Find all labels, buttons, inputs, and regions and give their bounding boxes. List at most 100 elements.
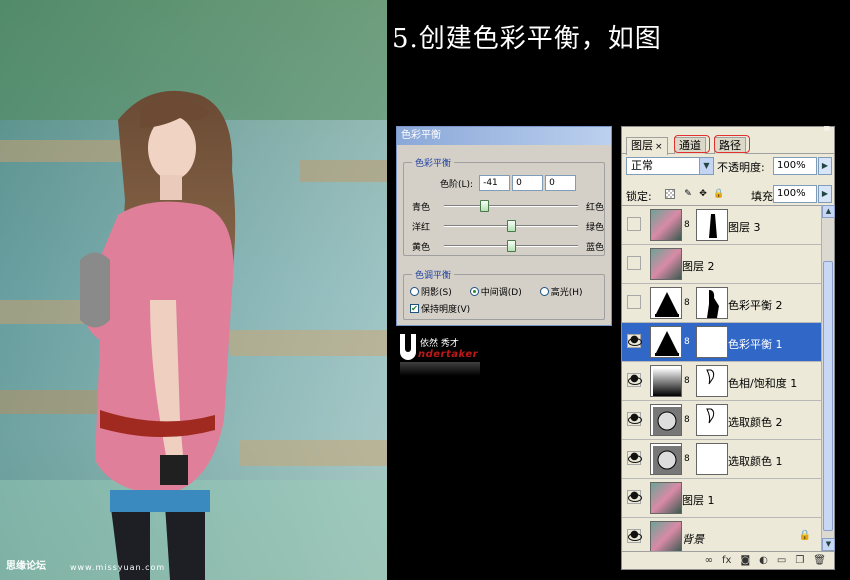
radio-dot[interactable] [410, 287, 419, 296]
layer-row-selective-color-2[interactable]: 8 选取颜色 2 [622, 401, 821, 440]
layer-name[interactable]: 图层 2 [682, 258, 715, 274]
radio-dot[interactable] [539, 287, 549, 296]
scroll-thumb[interactable] [823, 261, 833, 531]
slider-thumb[interactable] [507, 240, 516, 252]
blend-mode-value: 正常 [631, 159, 653, 172]
tab-layers[interactable]: 图层 × [626, 137, 668, 155]
preserve-luminosity-checkbox[interactable]: ✔ [410, 304, 419, 313]
link-icon[interactable]: 8 [684, 298, 690, 308]
close-icon[interactable]: × [655, 142, 663, 152]
magenta-green-slider[interactable]: 洋红 绿色 [412, 219, 604, 233]
layer-name[interactable]: 图层 1 [682, 492, 715, 508]
layer-mask-thumbnail[interactable] [696, 365, 728, 397]
chevron-down-icon[interactable]: ▼ [699, 158, 713, 174]
cyan-red-slider[interactable]: 青色 红色 [412, 199, 604, 213]
levels-magenta-green-field[interactable]: 0 [512, 175, 544, 191]
lock-position-icon[interactable]: ✥ [698, 189, 708, 199]
layer-mask-thumbnail[interactable] [696, 404, 728, 436]
blend-mode-select[interactable]: 正常 ▼ [626, 157, 714, 175]
slider-left-label: 洋红 [412, 223, 431, 233]
scroll-down-icon[interactable]: ▼ [822, 538, 835, 551]
color-balance-group: 色彩平衡 色阶(L): -41 0 0 青色 红色 洋红 绿色 黄色 蓝色 [403, 156, 605, 256]
visibility-eye-icon[interactable] [627, 373, 642, 387]
slider-thumb[interactable] [479, 200, 489, 212]
visibility-eye-icon[interactable] [627, 490, 642, 504]
layer-thumbnail [650, 209, 682, 241]
slider-thumb[interactable] [507, 220, 516, 232]
layer-name[interactable]: 选取颜色 1 [728, 453, 783, 469]
layer-list-scrollbar[interactable]: ▲ ▼ [821, 205, 835, 551]
fx-icon[interactable]: fx [722, 555, 731, 566]
folder-icon[interactable]: ▭ [777, 555, 786, 566]
new-layer-icon[interactable]: ❐ [795, 555, 804, 566]
shadows-radio[interactable]: 阴影(S) [410, 285, 452, 298]
levels-yellow-blue-field[interactable]: 0 [545, 175, 577, 191]
preserve-luminosity-row[interactable]: ✔ 保持明度(V) [410, 302, 470, 315]
layer-name[interactable]: 背景 [682, 531, 704, 547]
slider-track[interactable] [444, 205, 578, 207]
fill-input[interactable]: 100% [773, 185, 817, 203]
visibility-eye-icon[interactable] [627, 217, 641, 231]
layer-row-selective-color-1[interactable]: 8 选取颜色 1 [622, 440, 821, 479]
layer-mask-thumbnail[interactable] [696, 443, 728, 475]
selective-glyph [653, 446, 681, 474]
highlights-radio[interactable]: 高光(H) [539, 285, 583, 298]
selective-glyph [653, 407, 681, 435]
link-icon[interactable]: 8 [684, 376, 690, 386]
photo-illustration [0, 0, 387, 580]
visibility-eye-icon[interactable] [627, 451, 642, 465]
layer-row-layer-3[interactable]: 8 图层 3 [622, 206, 821, 245]
link-icon[interactable]: 8 [684, 220, 690, 230]
group-label: 色彩平衡 [412, 156, 455, 169]
link-icon[interactable]: 8 [684, 415, 690, 425]
layer-row-hue-saturation-1[interactable]: 8 色相/饱和度 1 [622, 362, 821, 401]
lock-all-icon[interactable]: 🔒 [713, 189, 724, 199]
yellow-blue-slider[interactable]: 黄色 蓝色 [412, 239, 604, 253]
radio-dot[interactable] [469, 287, 479, 296]
watermark-site-name: 思缘论坛 [6, 561, 46, 572]
layer-thumbnail [650, 521, 682, 551]
scroll-up-icon[interactable]: ▲ [822, 205, 835, 218]
layer-thumbnail [650, 248, 682, 280]
adjustment-icon[interactable]: ◐ [759, 555, 768, 566]
chevron-right-icon[interactable]: ▶ [818, 157, 832, 175]
annotation-mark [674, 135, 710, 153]
chevron-right-icon[interactable]: ▶ [818, 185, 832, 203]
layer-name[interactable]: 图层 3 [728, 219, 761, 235]
levels-cyan-red-field[interactable]: -41 [479, 175, 511, 191]
layer-row-layer-2[interactable]: 图层 2 [622, 245, 821, 284]
panel-menu-icon[interactable]: ≡ [823, 124, 831, 134]
layer-mask-thumbnail[interactable] [696, 326, 728, 358]
layer-row-color-balance-2[interactable]: 8 色彩平衡 2 [622, 284, 821, 323]
link-icon[interactable]: 8 [684, 454, 690, 464]
levels-label: 色阶(L): [440, 179, 474, 190]
link-icon[interactable]: 8 [684, 337, 690, 347]
link-icon[interactable]: ∞ [705, 555, 713, 566]
layer-row-layer-1[interactable]: 图层 1 [622, 479, 821, 518]
dialog-title[interactable]: 色彩平衡 [397, 127, 611, 145]
visibility-eye-icon[interactable] [627, 529, 642, 543]
layer-mask-thumbnail[interactable] [696, 287, 728, 319]
midtones-radio[interactable]: 中间调(D) [469, 285, 522, 298]
visibility-eye-icon[interactable] [627, 295, 641, 309]
balance-glyph [655, 331, 679, 356]
layer-name[interactable]: 色彩平衡 1 [728, 336, 783, 352]
layer-name[interactable]: 色相/饱和度 1 [728, 375, 797, 391]
trash-icon[interactable]: 🗑 [813, 555, 826, 566]
color-balance-dialog: 色彩平衡 色彩平衡 色阶(L): -41 0 0 青色 红色 洋红 绿色 黄色 … [396, 126, 612, 326]
opacity-input[interactable]: 100% [773, 157, 817, 175]
lock-transparent-icon[interactable] [665, 189, 675, 199]
lock-pixels-icon[interactable]: ✎ [683, 189, 693, 199]
layer-row-background[interactable]: 背景 🔒 [622, 518, 821, 551]
step-heading: 5.创建色彩平衡，如图 [392, 24, 662, 54]
visibility-eye-icon[interactable] [627, 334, 642, 348]
layer-mask-thumbnail[interactable] [696, 209, 728, 241]
radio-label: 高光(H) [550, 288, 583, 298]
layer-name[interactable]: 选取颜色 2 [728, 414, 783, 430]
layer-name[interactable]: 色彩平衡 2 [728, 297, 783, 313]
visibility-eye-icon[interactable] [627, 256, 641, 270]
layer-row-color-balance-1[interactable]: 8 色彩平衡 1 [622, 323, 821, 362]
visibility-eye-icon[interactable] [627, 412, 642, 426]
mask-icon[interactable]: ◙ [740, 555, 750, 566]
lock-label: 锁定: [626, 190, 652, 203]
